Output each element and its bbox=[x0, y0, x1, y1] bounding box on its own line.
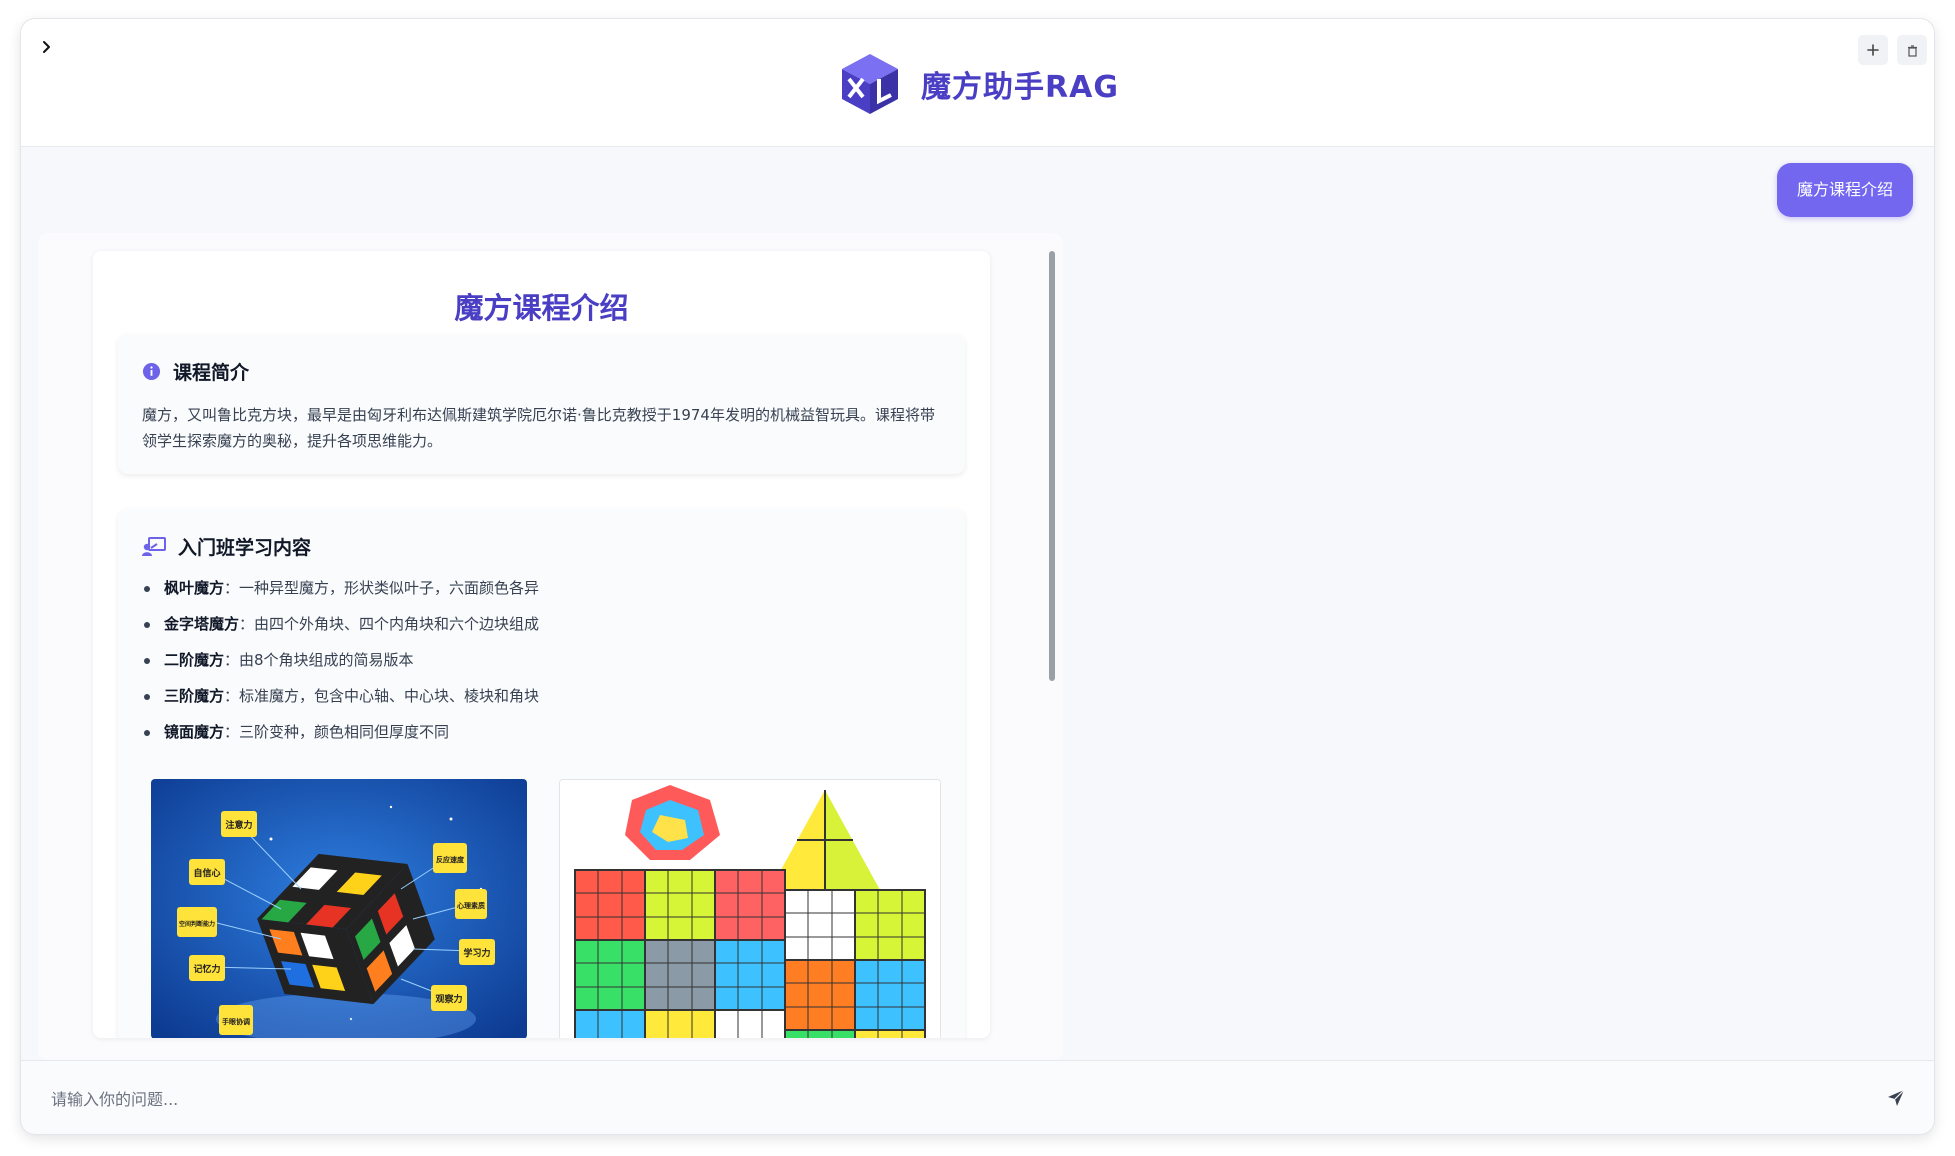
cube-benefits-image: 注意力 反应速度 自信心 心理素质 空间判断能力 学习力 记忆力 观察力 手眼协… bbox=[151, 779, 527, 1038]
benefit-label: 空间判断能力 bbox=[179, 920, 215, 928]
benefit-label: 记忆力 bbox=[193, 963, 220, 975]
benefit-label: 注意力 bbox=[225, 819, 252, 831]
benefit-label: 心理素质 bbox=[457, 901, 485, 910]
user-message-bubble: 魔方课程介绍 bbox=[1776, 163, 1913, 217]
chat-area[interactable]: 魔方课程介绍 魔方课程介绍 课程简介 魔方，又叫鲁比克方块，最早是由匈牙利布达佩… bbox=[21, 147, 1934, 1060]
send-button[interactable] bbox=[1883, 1085, 1909, 1111]
list-item-name: 镜面魔方 bbox=[164, 723, 225, 741]
sidebar-toggle-button[interactable] bbox=[35, 35, 59, 59]
list-item-desc: ：由8个角块组成的简易版本 bbox=[224, 651, 414, 669]
benefit-label: 观察力 bbox=[435, 993, 462, 1005]
list-item: 枫叶魔方：一种异型魔方，形状类似叶子，六面颜色各异 bbox=[142, 575, 539, 611]
trash-icon bbox=[1907, 44, 1917, 57]
info-icon bbox=[142, 362, 161, 381]
header: 魔方助手RAG bbox=[21, 19, 1934, 147]
app-title: 魔方助手RAG bbox=[921, 70, 1119, 105]
cube-collection-image bbox=[559, 779, 941, 1038]
intro-text: 魔方，又叫鲁比克方块，最早是由匈牙利布达佩斯建筑学院厄尔诺·鲁比克教授于1974… bbox=[142, 406, 935, 450]
chevron-right-icon bbox=[43, 41, 50, 53]
benefit-label: 自信心 bbox=[193, 867, 220, 879]
benefit-label: 学习力 bbox=[463, 947, 490, 959]
list-item-desc: ：由四个外角块、四个内角块和六个边块组成 bbox=[239, 615, 540, 633]
list-item-name: 三阶魔方 bbox=[164, 687, 225, 705]
intro-section: 课程简介 魔方，又叫鲁比克方块，最早是由匈牙利布达佩斯建筑学院厄尔诺·鲁比克教授… bbox=[118, 334, 965, 474]
list-item: 三阶魔方：标准魔方，包含中心轴、中心块、棱块和角块 bbox=[142, 683, 539, 719]
list-item-desc: ：标准魔方，包含中心轴、中心块、棱块和角块 bbox=[224, 687, 540, 705]
list-item-name: 枫叶魔方 bbox=[164, 579, 225, 597]
app-window: 魔方助手RAG 魔方课程介绍 魔方课程介绍 课程简介 魔方，又叫鲁比克方块，最早… bbox=[21, 19, 1934, 1134]
benefit-label: 反应速度 bbox=[436, 855, 465, 864]
teacher-icon bbox=[142, 536, 166, 556]
brand: 魔方助手RAG bbox=[837, 49, 1119, 119]
input-bar bbox=[21, 1060, 1934, 1134]
question-input[interactable] bbox=[49, 1079, 1873, 1119]
send-icon bbox=[1888, 1089, 1905, 1106]
answer-content[interactable]: 魔方课程介绍 课程简介 魔方，又叫鲁比克方块，最早是由匈牙利布达佩斯建筑学院厄尔… bbox=[93, 251, 990, 1038]
beginner-heading: 入门班学习内容 bbox=[178, 537, 312, 559]
list-item-name: 二阶魔方 bbox=[164, 651, 225, 669]
list-item-name: 金字塔魔方 bbox=[164, 615, 240, 633]
benefit-label: 手眼协调 bbox=[222, 1017, 250, 1026]
list-item-desc: ：三阶变种，颜色相同但厚度不同 bbox=[224, 723, 450, 741]
answer-scrollbar[interactable] bbox=[1049, 251, 1055, 681]
cube-logo-icon bbox=[842, 54, 898, 114]
clear-chat-button[interactable] bbox=[1897, 35, 1927, 65]
course-list: 枫叶魔方：一种异型魔方，形状类似叶子，六面颜色各异 金字塔魔方：由四个外角块、四… bbox=[142, 575, 539, 755]
assistant-answer-card: 魔方课程介绍 课程简介 魔方，又叫鲁比克方块，最早是由匈牙利布达佩斯建筑学院厄尔… bbox=[38, 233, 1063, 1060]
new-chat-button[interactable] bbox=[1858, 35, 1888, 65]
intro-heading: 课程简介 bbox=[173, 362, 250, 384]
list-item: 金字塔魔方：由四个外角块、四个内角块和六个边块组成 bbox=[142, 611, 539, 647]
beginner-section: 入门班学习内容 枫叶魔方：一种异型魔方，形状类似叶子，六面颜色各异 金字塔魔方：… bbox=[118, 509, 965, 1038]
answer-title: 魔方课程介绍 bbox=[454, 291, 629, 325]
list-item: 二阶魔方：由8个角块组成的简易版本 bbox=[142, 647, 539, 683]
plus-icon bbox=[1867, 44, 1879, 56]
list-item-desc: ：一种异型魔方，形状类似叶子，六面颜色各异 bbox=[224, 579, 540, 597]
list-item: 镜面魔方：三阶变种，颜色相同但厚度不同 bbox=[142, 719, 539, 755]
